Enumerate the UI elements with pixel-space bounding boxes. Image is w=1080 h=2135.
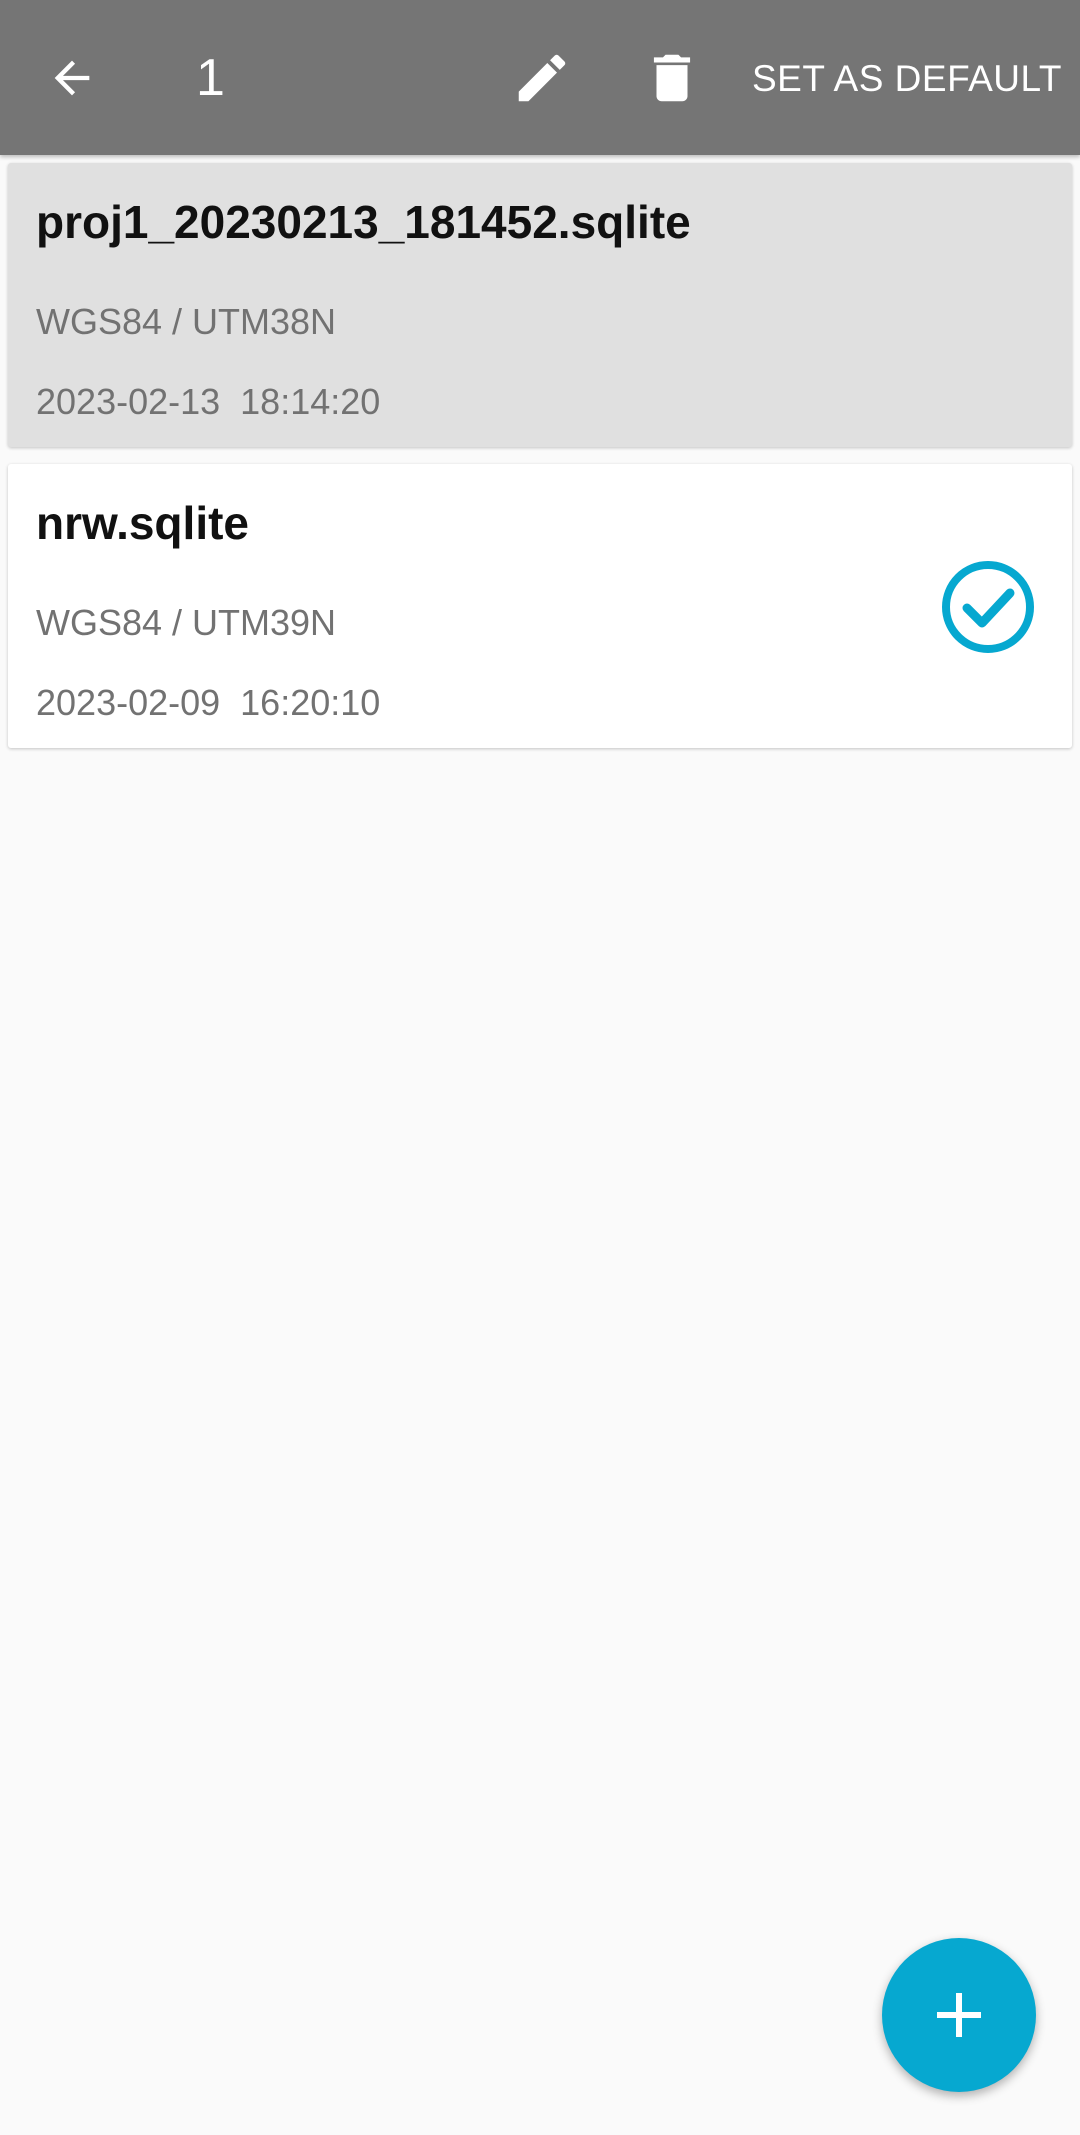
project-name: nrw.sqlite [36,497,249,549]
project-crs: WGS84 / UTM39N [36,602,337,643]
set-as-default-button[interactable]: SET AS DEFAULT [752,50,1062,108]
plus-icon [937,1993,981,2037]
delete-button[interactable] [630,36,714,120]
default-check-icon [942,561,1034,653]
project-name: proj1_20230213_181452.sqlite [36,196,691,248]
edit-button[interactable] [500,36,584,120]
project-modified-date: 2023-02-09 16:20:10 [36,682,381,723]
trash-icon [653,54,691,102]
project-item-default[interactable]: nrw.sqlite WGS84 / UTM39N 2023-02-09 16:… [8,464,1072,748]
pencil-icon [518,54,566,102]
add-project-button[interactable] [882,1938,1036,2092]
back-button[interactable] [30,33,114,123]
project-item-selected[interactable]: proj1_20230213_181452.sqlite WGS84 / UTM… [8,163,1072,447]
project-modified-date: 2023-02-13 18:14:20 [36,381,381,422]
arrow-back-icon [54,60,90,96]
app-bar: 1 SET AS DEFAULT [0,0,1080,155]
project-crs: WGS84 / UTM38N [36,301,337,342]
selection-count: 1 [196,49,225,107]
